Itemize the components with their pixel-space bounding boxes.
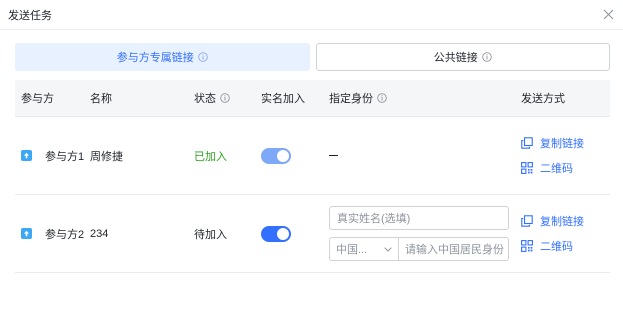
- real-name-toggle[interactable]: [261, 225, 291, 242]
- header-status-label: 状态: [194, 93, 216, 105]
- header-status: 状态: [194, 90, 261, 106]
- copy-link-button[interactable]: 复制链接: [521, 213, 584, 229]
- party-icon: [21, 150, 32, 161]
- header-send-method: 发送方式: [521, 93, 565, 105]
- party-table: 参与方 名称 状态 实名加入 指定身份 发送方式 参与方1 周修捷 已加入 复制…: [15, 80, 610, 273]
- status-badge: 待加入: [194, 228, 227, 241]
- qrcode-icon: [521, 162, 533, 174]
- identity-cell: 真实姓名(选填) 中国... 请输入中国居民身份: [329, 206, 521, 261]
- party-cell: 参与方2: [15, 226, 90, 242]
- dialog-header: 发送任务: [0, 0, 623, 30]
- identity-empty-dash: [329, 154, 338, 157]
- qrcode-button[interactable]: 二维码: [521, 160, 584, 176]
- table-header: 参与方 名称 状态 实名加入 指定身份 发送方式: [15, 80, 610, 117]
- identity-cell: [329, 154, 521, 157]
- info-icon[interactable]: [377, 93, 387, 103]
- chevron-down-icon: [384, 243, 392, 255]
- header-real-name: 实名加入: [261, 93, 305, 105]
- real-name-cell: [261, 147, 329, 164]
- party-label: 参与方1: [45, 150, 85, 163]
- header-party: 参与方: [21, 93, 54, 105]
- copy-link-button[interactable]: 复制链接: [521, 135, 584, 151]
- real-name-toggle[interactable]: [261, 147, 291, 164]
- party-label: 参与方2: [45, 228, 85, 241]
- tab-party-link[interactable]: 参与方专属链接: [15, 43, 310, 71]
- id-number-input[interactable]: 请输入中国居民身份: [399, 237, 509, 261]
- copy-icon: [521, 137, 533, 149]
- send-method-cell: 复制链接 二维码: [521, 135, 610, 176]
- party-icon: [21, 228, 32, 239]
- info-icon[interactable]: [197, 52, 208, 62]
- real-name-input[interactable]: 真实姓名(选填): [329, 206, 509, 230]
- header-identity: 指定身份: [329, 90, 521, 106]
- header-identity-label: 指定身份: [329, 93, 373, 105]
- toggle-knob: [277, 227, 289, 240]
- info-icon[interactable]: [481, 52, 492, 62]
- qrcode-icon: [521, 240, 533, 252]
- toggle-knob: [277, 149, 289, 162]
- dialog-title: 发送任务: [8, 9, 52, 22]
- status-badge: 已加入: [194, 150, 227, 163]
- name-cell: 234: [90, 227, 109, 240]
- tab-public-link[interactable]: 公共链接: [315, 43, 610, 71]
- table-row: 参与方1 周修捷 已加入 复制链接 二维码: [15, 117, 610, 195]
- id-type-select[interactable]: 中国...: [329, 237, 399, 261]
- link-type-tabs: 参与方专属链接 公共链接: [15, 43, 610, 71]
- copy-link-label: 复制链接: [540, 216, 584, 228]
- party-cell: 参与方1: [15, 148, 90, 164]
- send-method-cell: 复制链接 二维码: [521, 213, 610, 254]
- send-task-dialog: 发送任务 参与方专属链接 公共链接 参与方 名称 状态 实名加入 指定身份 发送…: [0, 0, 623, 331]
- close-icon[interactable]: [601, 8, 615, 22]
- copy-icon: [521, 215, 533, 227]
- name-cell: 周修捷: [90, 150, 123, 163]
- real-name-cell: [261, 225, 329, 242]
- tab-party-link-label: 参与方专属链接: [116, 52, 194, 64]
- id-number-group: 中国... 请输入中国居民身份: [329, 237, 509, 261]
- tab-public-link-label: 公共链接: [433, 52, 478, 64]
- send-actions: 复制链接 二维码: [521, 213, 584, 254]
- identity-fields: 真实姓名(选填) 中国... 请输入中国居民身份: [329, 206, 509, 261]
- table-row: 参与方2 234 待加入 真实姓名(选填) 中国... 请输入中国居民身份 复制…: [15, 195, 610, 273]
- qrcode-label: 二维码: [540, 163, 573, 175]
- qrcode-label: 二维码: [540, 241, 573, 253]
- id-type-value: 中国...: [336, 244, 368, 256]
- copy-link-label: 复制链接: [540, 138, 584, 150]
- qrcode-button[interactable]: 二维码: [521, 238, 584, 254]
- header-name: 名称: [90, 93, 112, 105]
- send-actions: 复制链接 二维码: [521, 135, 584, 176]
- info-icon[interactable]: [220, 93, 230, 103]
